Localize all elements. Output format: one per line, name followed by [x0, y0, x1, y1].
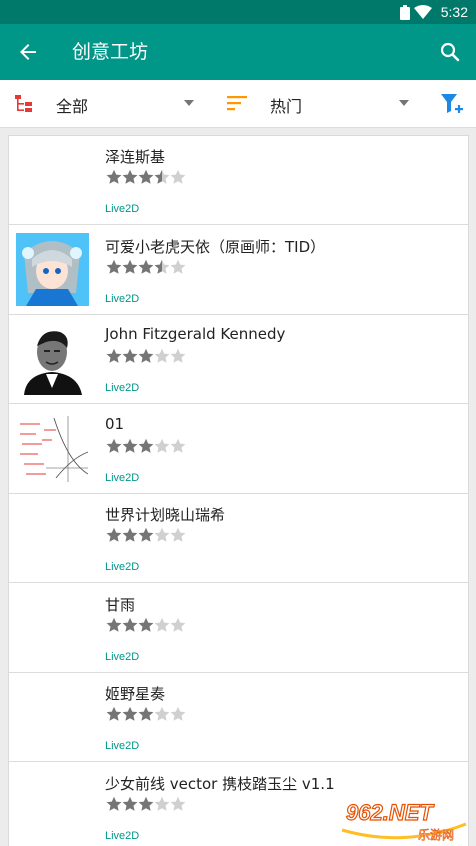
item-thumbnail — [16, 143, 89, 216]
rating-stars — [106, 617, 186, 633]
list-item[interactable]: 姬野星奏 Live2D — [9, 673, 468, 762]
star-icon — [170, 259, 186, 274]
clock: 5:32 — [440, 4, 468, 20]
category-dropdown-value[interactable]: 全部 — [56, 93, 88, 117]
star-icon — [154, 706, 170, 721]
filter-add-icon[interactable] — [440, 92, 464, 116]
star-icon — [154, 796, 170, 811]
rating-stars — [106, 169, 186, 185]
star-icon — [106, 169, 122, 184]
watermark-logo: 962.NET 乐游网 — [341, 799, 467, 842]
star-icon — [138, 796, 154, 811]
item-title: 泽连斯基 — [105, 148, 166, 166]
star-icon — [170, 796, 186, 811]
star-icon — [122, 527, 138, 542]
item-title: 甘雨 — [105, 595, 136, 614]
item-type-tag: Live2D — [105, 203, 140, 215]
list-item[interactable]: 可爱小老虎天依（原画师：TID） Live2D — [9, 225, 468, 315]
sort-icon — [227, 96, 247, 111]
back-arrow-icon[interactable] — [16, 40, 40, 64]
svg-text:962.NET: 962.NET — [346, 800, 434, 825]
star-icon — [122, 706, 138, 721]
rating-stars — [106, 348, 186, 364]
star-icon — [154, 259, 170, 274]
list-item[interactable]: 01 Live2D — [9, 404, 468, 494]
star-icon — [138, 617, 154, 632]
star-icon — [138, 706, 154, 721]
list-item[interactable]: John Fitzgerald Kennedy Live2D — [9, 315, 468, 404]
list-item[interactable]: 甘雨 Live2D — [9, 583, 468, 673]
chevron-down-icon[interactable] — [184, 100, 194, 106]
item-type-tag: Live2D — [105, 561, 140, 573]
item-title: 世界计划晓山瑞希 — [105, 506, 226, 524]
item-type-tag: Live2D — [105, 292, 140, 305]
rating-stars — [106, 527, 186, 543]
item-type-tag: Live2D — [105, 382, 140, 394]
star-icon — [122, 169, 138, 184]
item-thumbnail — [16, 411, 89, 485]
star-icon — [138, 259, 154, 274]
star-icon — [122, 259, 138, 274]
star-icon — [154, 617, 170, 632]
item-title: 可爱小老虎天依（原画师：TID） — [105, 237, 326, 256]
star-icon — [170, 169, 186, 184]
rating-stars — [106, 259, 186, 275]
star-icon — [170, 527, 186, 542]
status-bar: 5:32 — [0, 0, 476, 24]
sort-dropdown-value[interactable]: 热门 — [270, 93, 302, 117]
star-icon — [170, 348, 186, 363]
rating-stars — [106, 438, 186, 454]
star-icon — [170, 706, 186, 721]
item-thumbnail — [16, 322, 89, 395]
star-icon — [138, 169, 154, 184]
item-title: 姬野星奏 — [105, 685, 166, 703]
star-icon — [154, 169, 170, 184]
star-icon — [170, 617, 186, 632]
item-thumbnail — [16, 591, 89, 664]
rating-stars — [106, 706, 186, 722]
page-title: 创意工坊 — [72, 41, 149, 63]
star-icon — [154, 438, 170, 453]
search-icon[interactable] — [438, 40, 462, 64]
star-icon — [106, 348, 122, 363]
rating-stars — [106, 796, 186, 812]
star-icon — [138, 527, 154, 542]
category-tree-icon — [15, 95, 32, 112]
svg-text:乐游网: 乐游网 — [418, 828, 454, 842]
app-bar: 创意工坊 — [0, 24, 476, 80]
star-icon — [106, 438, 122, 453]
star-icon — [138, 438, 154, 453]
star-icon — [122, 348, 138, 363]
item-title: 少女前线 vector 携枝踏玉尘 v1.1 — [105, 774, 335, 793]
star-icon — [122, 438, 138, 453]
item-type-tag: Live2D — [105, 829, 140, 842]
wifi-icon — [414, 5, 432, 19]
list-item[interactable]: 泽连斯基 Live2D — [9, 136, 468, 225]
star-icon — [106, 259, 122, 274]
star-icon — [106, 796, 122, 811]
item-thumbnail — [16, 680, 89, 753]
star-icon — [122, 617, 138, 632]
star-icon — [170, 438, 186, 453]
chevron-down-icon[interactable] — [399, 100, 409, 106]
item-type-tag: Live2D — [105, 740, 140, 752]
star-icon — [122, 796, 138, 811]
item-thumbnail — [16, 501, 89, 574]
item-type-tag: Live2D — [105, 650, 140, 663]
item-title: John Fitzgerald Kennedy — [105, 325, 286, 343]
star-icon — [106, 527, 122, 542]
item-type-tag: Live2D — [105, 471, 140, 484]
star-icon — [106, 706, 122, 721]
star-icon — [106, 617, 122, 632]
star-icon — [154, 527, 170, 542]
star-icon — [154, 348, 170, 363]
item-thumbnail — [16, 770, 89, 843]
star-icon — [138, 348, 154, 363]
item-title: 01 — [105, 414, 125, 433]
item-thumbnail — [16, 232, 89, 306]
workshop-list: 泽连斯基 Live2D 可爱小老虎天依（原画师：TID） Live2D John Fit… — [8, 135, 469, 846]
filter-bar: 全部 热门 — [0, 80, 476, 128]
list-item[interactable]: 世界计划晓山瑞希 Live2D — [9, 494, 468, 583]
battery-icon — [400, 5, 410, 20]
